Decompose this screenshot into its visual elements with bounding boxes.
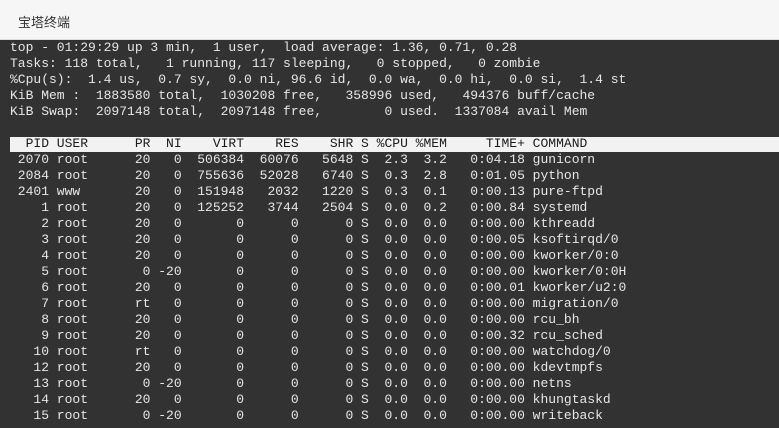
process-row: 4 root 20 0 0 0 0 S 0.0 0.0 0:00.00 kwor…	[10, 248, 619, 263]
window-title: 宝塔终端	[18, 16, 71, 31]
process-table-header-text: PID USER PR NI VIRT RES SHR S %CPU %MEM …	[10, 136, 588, 151]
process-row: 15 root 0 -20 0 0 0 S 0.0 0.0 0:00.00 wr…	[10, 408, 603, 423]
process-row: 2401 www 20 0 151948 2032 1220 S 0.3 0.1…	[10, 184, 603, 199]
memory-line: KiB Mem : 1883580 total, 1030208 free, 3…	[10, 88, 596, 103]
process-row: 6 root 20 0 0 0 0 S 0.0 0.0 0:00.01 kwor…	[10, 280, 627, 295]
process-row: 10 root rt 0 0 0 0 S 0.0 0.0 0:00.00 wat…	[10, 344, 611, 359]
process-row: 5 root 0 -20 0 0 0 S 0.0 0.0 0:00.00 kwo…	[10, 264, 627, 279]
top-uptime-line: top - 01:29:29 up 3 min, 1 user, load av…	[10, 40, 518, 55]
terminal-window: 宝塔终端 top - 01:29:29 up 3 min, 1 user, lo…	[0, 0, 779, 428]
process-row: 2070 root 20 0 506384 60076 5648 S 2.3 3…	[10, 152, 596, 167]
process-row: 2084 root 20 0 755636 52028 6740 S 0.3 2…	[10, 168, 580, 183]
cpu-line: %Cpu(s): 1.4 us, 0.7 sy, 0.0 ni, 96.6 id…	[10, 72, 627, 87]
process-table-header: PID USER PR NI VIRT RES SHR S %CPU %MEM …	[10, 136, 779, 152]
swap-line: KiB Swap: 2097148 total, 2097148 free, 0…	[10, 104, 588, 119]
process-row: 3 root 20 0 0 0 0 S 0.0 0.0 0:00.05 ksof…	[10, 232, 619, 247]
process-row: 12 root 20 0 0 0 0 S 0.0 0.0 0:00.00 kde…	[10, 360, 603, 375]
process-row: 1 root 20 0 125252 3744 2504 S 0.0 0.2 0…	[10, 200, 588, 215]
process-row: 2 root 20 0 0 0 0 S 0.0 0.0 0:00.00 kthr…	[10, 216, 596, 231]
process-row: 7 root rt 0 0 0 0 S 0.0 0.0 0:00.00 migr…	[10, 296, 619, 311]
title-bar: 宝塔终端	[0, 0, 779, 40]
terminal-output[interactable]: top - 01:29:29 up 3 min, 1 user, load av…	[0, 40, 779, 428]
process-row: 13 root 0 -20 0 0 0 S 0.0 0.0 0:00.00 ne…	[10, 376, 572, 391]
process-row: 14 root 20 0 0 0 0 S 0.0 0.0 0:00.00 khu…	[10, 392, 611, 407]
process-row: 8 root 20 0 0 0 0 S 0.0 0.0 0:00.00 rcu_…	[10, 312, 580, 327]
tasks-line: Tasks: 118 total, 1 running, 117 sleepin…	[10, 56, 541, 71]
process-row: 9 root 20 0 0 0 0 S 0.0 0.0 0:00.32 rcu_…	[10, 328, 603, 343]
